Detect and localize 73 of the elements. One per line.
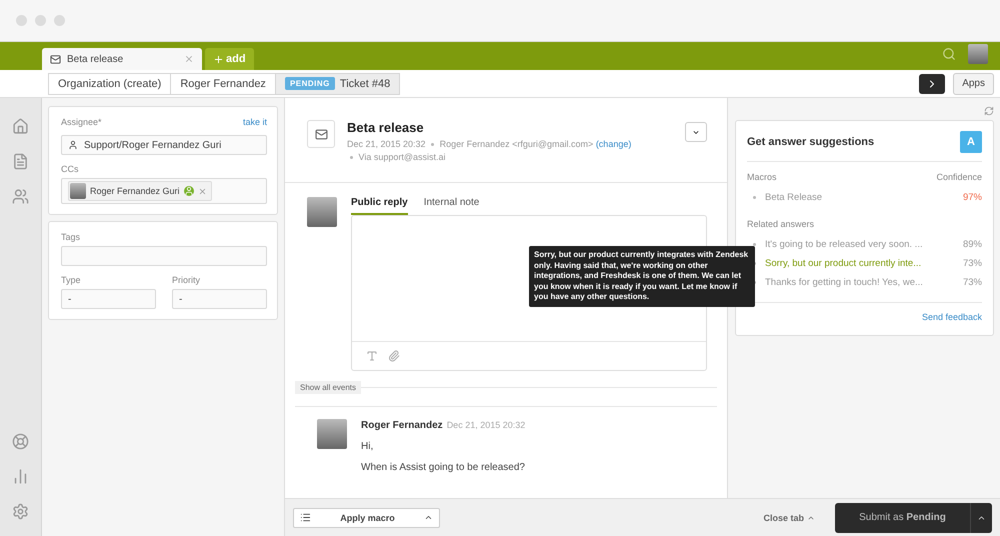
- column-label: Confidence: [936, 172, 982, 182]
- show-all-events-button[interactable]: Show all events: [295, 381, 362, 394]
- apply-macro-button[interactable]: Apply macro: [293, 508, 440, 528]
- refresh-icon[interactable]: [984, 106, 994, 116]
- document-icon[interactable]: [12, 153, 29, 170]
- bullet-dot: [753, 243, 756, 246]
- avatar-placeholder[interactable]: [968, 44, 988, 64]
- breadcrumb-tab[interactable]: PENDING Ticket #48: [274, 72, 400, 94]
- close-tab-button[interactable]: Close tab: [757, 512, 821, 524]
- ccs-field[interactable]: Roger Fernandez Guri: [61, 178, 267, 204]
- separator-dot: [350, 156, 353, 160]
- tags-field[interactable]: [61, 246, 267, 266]
- reply-tab[interactable]: Public reply: [351, 197, 408, 215]
- search-icon[interactable]: [942, 47, 956, 61]
- separator-dot: [431, 143, 434, 146]
- ticket-subject: Beta release: [347, 120, 425, 135]
- reply-tab[interactable]: Internal note: [424, 197, 480, 215]
- window-dot[interactable]: [54, 15, 65, 26]
- field-label: Tags: [61, 232, 82, 242]
- requester: Roger Fernandez <rfguri@gmail.com>: [440, 139, 594, 149]
- breadcrumb-tab[interactable]: Roger Fernandez: [170, 72, 276, 94]
- apps-button[interactable]: Apps: [953, 72, 994, 94]
- plus-icon: [213, 54, 224, 64]
- home-icon[interactable]: [12, 118, 29, 135]
- mail-icon: [50, 54, 61, 64]
- avatar-placeholder: [317, 419, 347, 449]
- assignee-field[interactable]: Support/Roger Fernandez Guri: [61, 135, 267, 155]
- ticket-date: Dec 21, 2015 20:32: [347, 139, 426, 149]
- avatar-placeholder: [70, 183, 86, 199]
- type-field[interactable]: -: [61, 289, 156, 309]
- person-icon: [184, 186, 194, 196]
- submit-button[interactable]: Submit as Pending: [835, 502, 970, 532]
- message-time: Dec 21, 2015 20:32: [446, 420, 526, 430]
- field-label: Priority: [172, 275, 202, 285]
- message-text: Hi,: [361, 441, 374, 452]
- breadcrumb-tab[interactable]: Organization (create): [48, 72, 172, 94]
- tooltip: Sorry, but our product currently integrates with Zendesk only. Having said that, we're working on other integrations, and Freshdesk is one of them. We can let you know when it is ready if you want. Let me know if you have any other questions.: [529, 246, 755, 306]
- contacts-icon[interactable]: [12, 188, 29, 205]
- settings-icon[interactable]: [12, 503, 29, 520]
- caret-icon: [424, 513, 433, 522]
- paperclip-icon[interactable]: [388, 350, 400, 362]
- section-label: Related answers: [747, 219, 814, 229]
- message-text: When is Assist going to be released?: [361, 462, 526, 473]
- close-icon[interactable]: [184, 54, 194, 64]
- remove-icon[interactable]: [198, 186, 207, 196]
- window-dot[interactable]: [16, 15, 27, 26]
- window-dot[interactable]: [35, 15, 46, 26]
- change-link[interactable]: (change): [596, 139, 632, 149]
- field-label: Assignee*: [61, 117, 102, 127]
- lifebuoy-icon[interactable]: [12, 433, 29, 450]
- person-icon: [68, 140, 78, 150]
- submit-menu-button[interactable]: [970, 502, 992, 532]
- panel-title: Get answer suggestions: [747, 136, 874, 148]
- text-format-icon[interactable]: [366, 350, 378, 362]
- status-badge: PENDING: [284, 77, 335, 90]
- field-label: CCs: [61, 164, 80, 174]
- take-it-link[interactable]: take it: [242, 117, 267, 131]
- ticket-menu-button[interactable]: [685, 122, 707, 142]
- priority-field[interactable]: -: [172, 289, 267, 309]
- field-label: Type: [61, 275, 82, 285]
- list-icon: [300, 512, 311, 523]
- bullet-dot: [753, 196, 756, 199]
- mail-icon: [314, 128, 328, 140]
- via-address: Via support@assist.ai: [358, 152, 446, 162]
- ticket-tab[interactable]: Beta release: [42, 48, 202, 70]
- expand-button[interactable]: [919, 74, 946, 94]
- cc-chip[interactable]: Roger Fernandez Guri: [68, 181, 212, 201]
- bar-chart-icon[interactable]: [12, 468, 29, 485]
- app-logo: A: [960, 131, 982, 153]
- message-author: Roger Fernandez: [361, 420, 443, 431]
- avatar-placeholder: [307, 197, 337, 227]
- section-label: Macros: [747, 172, 777, 182]
- send-feedback-link[interactable]: Send feedback: [922, 312, 982, 322]
